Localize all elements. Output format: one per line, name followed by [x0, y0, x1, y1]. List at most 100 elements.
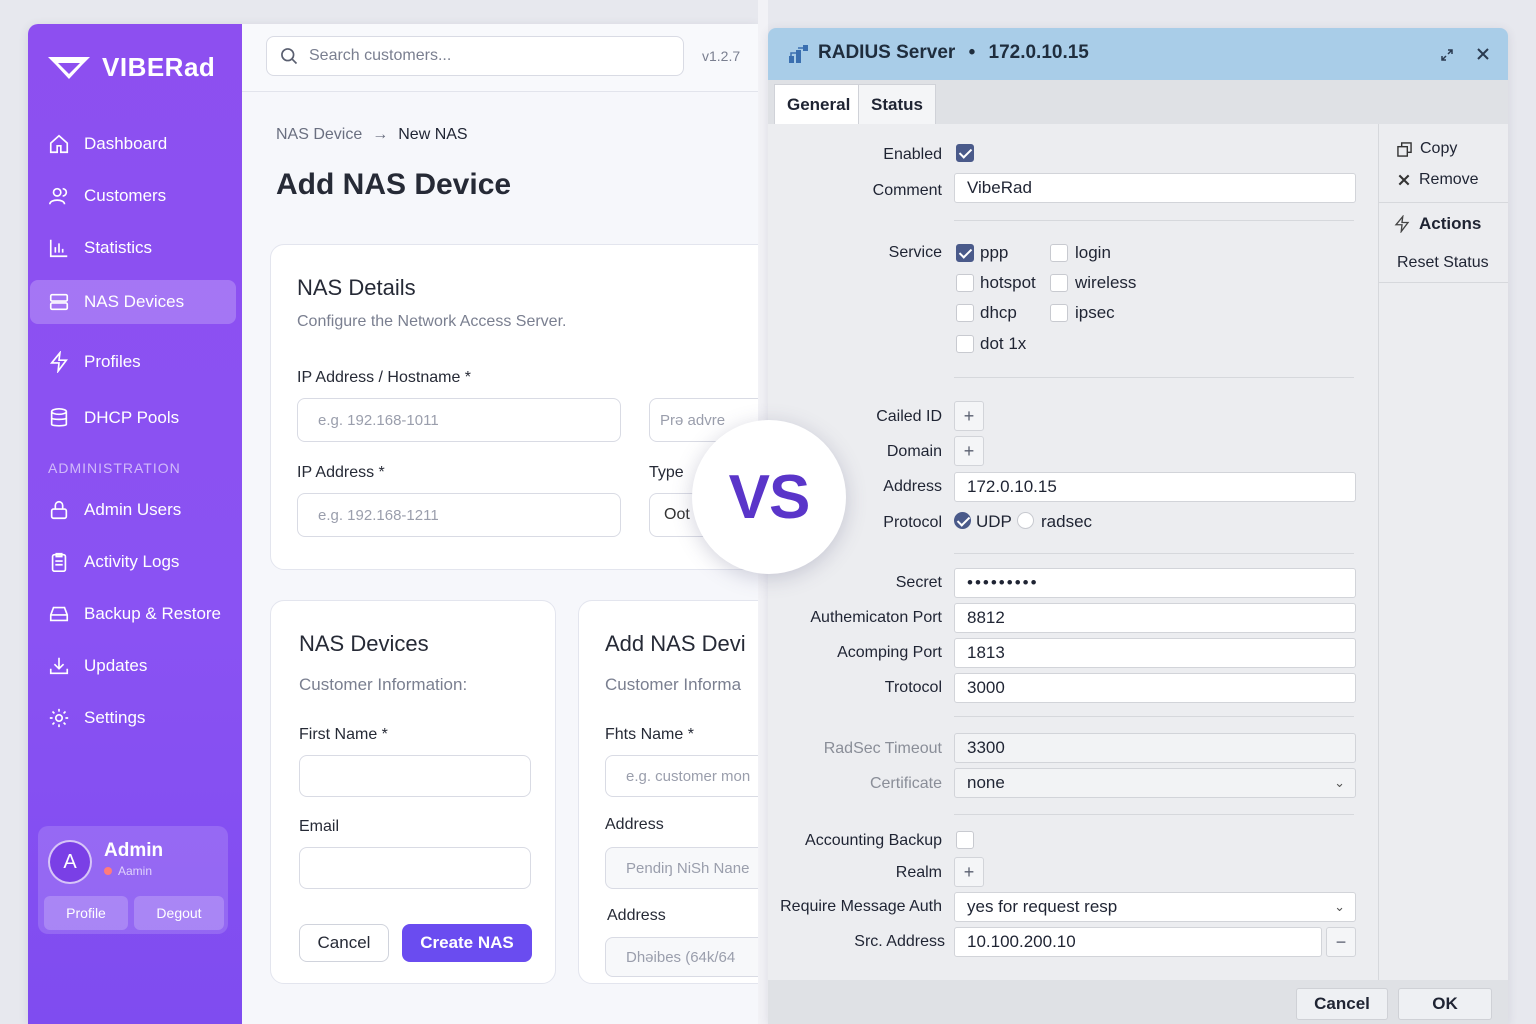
- first-name-input[interactable]: [605, 755, 758, 797]
- sidebar-item-label: Customers: [84, 186, 167, 205]
- secret-input[interactable]: •••••••••: [954, 568, 1356, 598]
- main-content: v1.2.7 NAS Devicе → New NAS Add NAS Devi…: [242, 24, 758, 1024]
- service-ppp-label: ppp: [980, 243, 1009, 262]
- brand-logo[interactable]: VIBERad: [46, 52, 215, 83]
- sidebar-item-backup-restore[interactable]: Backup & Restore: [30, 592, 236, 636]
- copy-icon: [1397, 141, 1412, 157]
- copy-action[interactable]: Copy: [1397, 140, 1457, 158]
- search-box: [266, 36, 684, 76]
- search-icon: [281, 48, 298, 65]
- download-icon: [49, 657, 69, 675]
- vs-badge: VS: [692, 420, 846, 574]
- nas-devices-card: NAS Devices Customer Information: First …: [270, 600, 556, 984]
- separator: [1379, 202, 1508, 203]
- req-msg-auth-value: yes for request resp: [967, 897, 1118, 916]
- sidebar-item-label: DHCP Pools: [84, 408, 180, 427]
- address-input[interactable]: [605, 847, 758, 889]
- sidebar-item-statistics[interactable]: Statistics: [30, 226, 236, 270]
- close-icon[interactable]: [1477, 48, 1489, 60]
- enabled-checkbox[interactable]: [956, 144, 974, 162]
- maximize-icon[interactable]: [1440, 48, 1454, 62]
- src-address-label: Src. Address: [854, 933, 945, 950]
- sidebar-item-settings[interactable]: Settings: [30, 696, 236, 740]
- src-address-remove-button[interactable]: −: [1326, 927, 1356, 957]
- actions-menu[interactable]: Actions: [1393, 214, 1481, 234]
- service-login-checkbox[interactable]: [1050, 244, 1068, 262]
- radsec-timeout-input[interactable]: 3300: [954, 733, 1356, 763]
- req-msg-auth-label: Require Message Auth: [780, 898, 942, 915]
- radius-server-window: RADIUS Server • 172.0.10.15 General Stat…: [768, 28, 1508, 1024]
- ip-hostname-input[interactable]: [297, 398, 621, 442]
- sidebar-item-activity-logs[interactable]: Activity Logs: [30, 540, 236, 584]
- profile-button[interactable]: Profile: [44, 896, 128, 930]
- address-label: Address: [605, 816, 664, 833]
- auth-port-input[interactable]: 8812: [954, 603, 1356, 633]
- card-subtitle: Configure the Network Access Server.: [297, 313, 567, 330]
- service-ppp-checkbox[interactable]: [956, 244, 974, 262]
- sidebar-item-profiles[interactable]: Profiles: [30, 340, 236, 384]
- certificate-label: Certificate: [869, 775, 942, 792]
- email-input[interactable]: [299, 847, 531, 889]
- acct-backup-checkbox[interactable]: [956, 831, 974, 849]
- home-icon: [49, 134, 69, 154]
- domain-add-button[interactable]: +: [954, 436, 984, 466]
- card-title: Add NAS Devi: [605, 631, 746, 656]
- logout-button[interactable]: Degout: [134, 896, 224, 930]
- trotocol-input[interactable]: 3000: [954, 673, 1356, 703]
- remove-label: Remove: [1419, 171, 1479, 188]
- cancel-button[interactable]: Cancel: [1296, 988, 1388, 1020]
- avatar[interactable]: A: [48, 840, 92, 884]
- service-wireless-checkbox[interactable]: [1050, 274, 1068, 292]
- realm-add-button[interactable]: +: [954, 857, 984, 887]
- database-icon: [50, 408, 68, 427]
- card-subtitle: Customer Information:: [299, 675, 468, 694]
- window-title: RADIUS Server • 172.0.10.15: [818, 42, 1089, 64]
- remove-icon: [1398, 174, 1410, 186]
- card-title: NAS Details: [297, 275, 416, 300]
- sidebar: VIBERad Dashboard Customers Statistics N…: [28, 24, 242, 1024]
- remove-action[interactable]: Remove: [1397, 171, 1479, 189]
- separator: [1379, 282, 1508, 283]
- called-id-add-button[interactable]: +: [954, 401, 984, 431]
- chevron-down-icon: ⌄: [1334, 899, 1345, 914]
- address2-input[interactable]: [605, 937, 758, 977]
- sidebar-item-dashboard[interactable]: Dashboard: [30, 122, 236, 166]
- ip-address-input[interactable]: [297, 493, 621, 537]
- breadcrumb-arrow: →: [372, 126, 389, 143]
- separator: [954, 220, 1354, 221]
- req-msg-auth-select[interactable]: yes for request resp ⌄: [954, 892, 1356, 922]
- comment-input[interactable]: VibeRad: [954, 173, 1356, 203]
- comment-label: Comment: [872, 182, 942, 199]
- search-input[interactable]: [309, 47, 659, 65]
- breadcrumb-parent[interactable]: NAS Devicе: [276, 126, 362, 144]
- tab-general[interactable]: General: [774, 84, 864, 124]
- create-nas-button[interactable]: Create NAS: [402, 924, 532, 962]
- sidebar-item-nas-devices[interactable]: NAS Devices: [30, 280, 236, 324]
- acct-port-input[interactable]: 1813: [954, 638, 1356, 668]
- add-nas-card: Add NAS Devi Customer Informa Fhts Name …: [578, 600, 758, 984]
- service-dhcp-checkbox[interactable]: [956, 304, 974, 322]
- ok-button[interactable]: OK: [1398, 988, 1492, 1020]
- sidebar-item-label: Profiles: [84, 352, 141, 371]
- certificate-select[interactable]: none ⌄: [954, 768, 1356, 798]
- sidebar-item-customers[interactable]: Customers: [30, 174, 236, 218]
- src-address-input[interactable]: 10.100.200.10: [954, 927, 1322, 957]
- protocol-udp-radio[interactable]: [954, 512, 971, 529]
- ip-hostname-label: IP Address / Hostname *: [297, 369, 472, 386]
- sidebar-item-updates[interactable]: Updates: [30, 644, 236, 688]
- sidebar-item-dhcp-pools[interactable]: DHCP Pools: [30, 396, 236, 440]
- first-name-label: First Name *: [299, 726, 388, 743]
- user-role: Aamin: [104, 864, 152, 878]
- service-ipsec-checkbox[interactable]: [1050, 304, 1068, 322]
- network-icon: [789, 45, 808, 63]
- service-dot1x-checkbox[interactable]: [956, 335, 974, 353]
- window-title-bar[interactable]: RADIUS Server • 172.0.10.15: [768, 28, 1508, 80]
- cancel-button[interactable]: Cancel: [299, 924, 389, 962]
- address-input[interactable]: 172.0.10.15: [954, 472, 1356, 502]
- sidebar-item-admin-users[interactable]: Admin Users: [30, 488, 236, 532]
- first-name-input[interactable]: [299, 755, 531, 797]
- reset-status-action[interactable]: Reset Status: [1397, 254, 1489, 272]
- tab-status[interactable]: Status: [858, 84, 936, 124]
- service-hotspot-checkbox[interactable]: [956, 274, 974, 292]
- protocol-radsec-radio[interactable]: [1017, 512, 1034, 529]
